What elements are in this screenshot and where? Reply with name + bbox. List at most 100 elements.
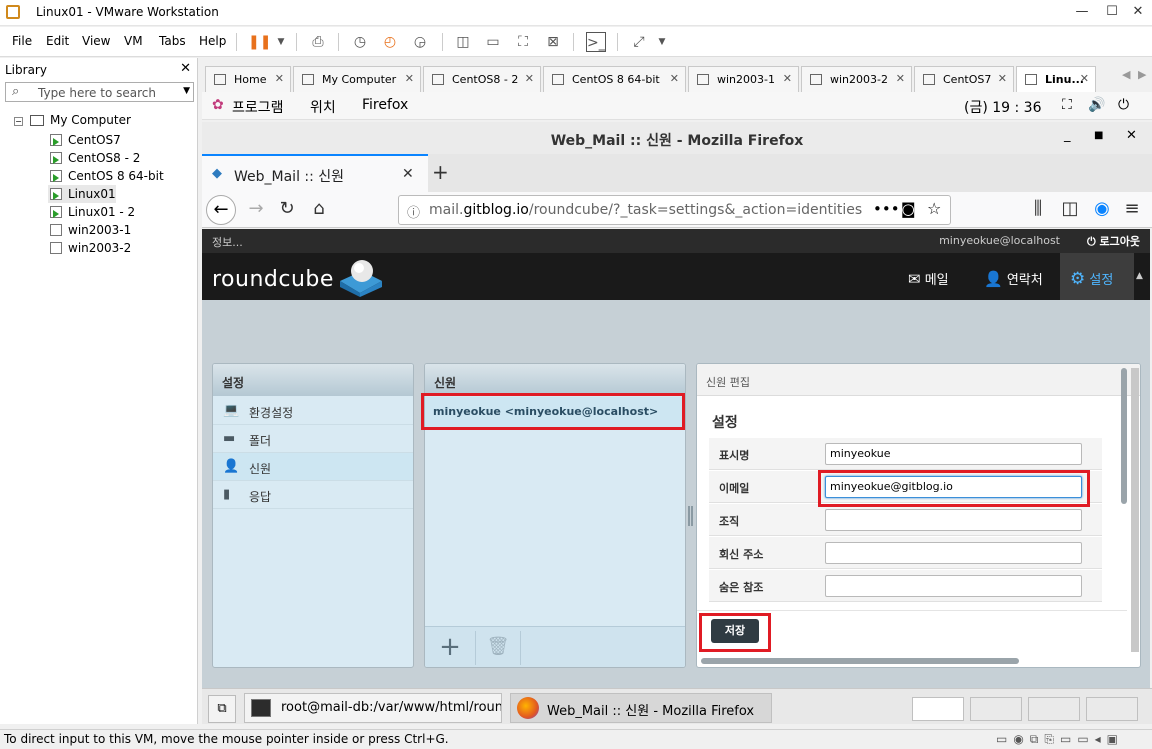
close-library-icon[interactable]: ✕: [180, 61, 191, 76]
menu-icon[interactable]: ≡: [1120, 198, 1144, 219]
display-name-input[interactable]: minyeokue: [825, 443, 1082, 465]
url-bar[interactable]: ⓘ mail.gitblog.io/roundcube/?_task=setti…: [398, 195, 951, 225]
chevron-down-icon[interactable]: ▼: [271, 32, 291, 52]
snapshot-manager-icon[interactable]: ◶: [410, 32, 430, 52]
menu-help[interactable]: Help: [199, 34, 226, 48]
places-menu[interactable]: 위치: [310, 97, 336, 117]
reply-to-input[interactable]: [825, 542, 1082, 564]
collapse-arrow-icon[interactable]: ▲: [1136, 271, 1143, 281]
tab-centos8-64[interactable]: CentOS 8 64-bit ✕: [543, 66, 686, 92]
unity-icon[interactable]: ⊠: [543, 32, 563, 52]
show-desktop-icon[interactable]: ⧉: [208, 695, 236, 723]
show-library-icon[interactable]: ◫: [453, 32, 473, 52]
tab-scroll-right-icon[interactable]: ▶: [1138, 68, 1146, 81]
taskbar-terminal[interactable]: root@mail-db:/var/www/html/roun…: [244, 693, 502, 723]
workspace-1[interactable]: [912, 697, 964, 721]
bcc-input[interactable]: [825, 575, 1082, 597]
menu-view[interactable]: View: [82, 34, 110, 48]
settings-item-identities[interactable]: 👤 신원: [213, 453, 413, 481]
tab-centos8-2[interactable]: CentOS8 - 2 ✕: [423, 66, 541, 92]
settings-item-responses[interactable]: ▮ 응답: [213, 481, 413, 509]
new-tab-icon[interactable]: +: [432, 160, 449, 184]
clock[interactable]: (금) 19 : 36: [964, 97, 1042, 117]
close-tab-icon[interactable]: ✕: [896, 72, 905, 85]
bookmark-star-icon[interactable]: ☆: [927, 199, 941, 218]
tree-item-win2003-1[interactable]: win2003-1: [48, 221, 131, 239]
horizontal-scrollbar[interactable]: [701, 658, 1019, 664]
tree-item-centos8-2[interactable]: CentOS8 - 2: [48, 149, 140, 167]
nav-mail[interactable]: ✉ 메일: [908, 253, 976, 300]
power-icon[interactable]: ⏻: [1118, 97, 1129, 113]
network-icon[interactable]: ⛶: [1062, 97, 1072, 113]
add-identity-button[interactable]: +: [433, 631, 467, 665]
volume-icon[interactable]: 🔊: [1088, 97, 1105, 113]
taskbar-firefox[interactable]: Web_Mail :: 신원 - Mozilla Firefox: [510, 693, 772, 723]
minimize-icon[interactable]: _: [1064, 128, 1071, 143]
close-tab-icon[interactable]: ✕: [783, 72, 792, 85]
close-tab-icon[interactable]: ✕: [405, 72, 414, 85]
close-tab-icon[interactable]: ✕: [670, 72, 679, 85]
close-tab-icon[interactable]: ✕: [525, 72, 534, 85]
close-tab-icon[interactable]: ✕: [998, 72, 1007, 85]
nav-contacts[interactable]: 👤 연락처: [984, 253, 1062, 300]
splitter-handle[interactable]: [688, 506, 693, 526]
tab-linux01[interactable]: Linu... ✕: [1016, 66, 1096, 92]
tab-win2003-1[interactable]: win2003-1 ✕: [688, 66, 799, 92]
nav-settings[interactable]: ⚙ 설정: [1060, 253, 1134, 300]
send-keys-icon[interactable]: ⎙: [308, 32, 328, 52]
info-icon[interactable]: ⓘ: [407, 202, 420, 221]
vertical-scrollbar[interactable]: [1121, 368, 1127, 504]
collapse-icon[interactable]: −: [14, 117, 23, 126]
applications-menu[interactable]: 프로그램: [232, 97, 284, 117]
maximize-icon[interactable]: ■: [1094, 130, 1103, 141]
close-tab-icon[interactable]: ✕: [1080, 72, 1089, 85]
tree-item-centos7[interactable]: CentOS7: [48, 131, 121, 149]
tab-scroll-left-icon[interactable]: ◀: [1122, 68, 1130, 81]
pocket-icon[interactable]: ◙: [901, 200, 916, 218]
account-icon[interactable]: ◉: [1090, 198, 1114, 219]
menu-edit[interactable]: Edit: [46, 34, 69, 48]
forward-icon[interactable]: →: [244, 198, 268, 219]
chevron-down-icon[interactable]: ▼: [183, 86, 190, 96]
revert-snapshot-icon[interactable]: ◴: [380, 32, 400, 52]
tree-item-linux01[interactable]: Linux01: [48, 185, 116, 203]
minimize-icon[interactable]: —: [1072, 4, 1092, 19]
console-view-icon[interactable]: >_: [586, 32, 606, 52]
outer-scrollbar[interactable]: [1131, 368, 1139, 652]
tab-home[interactable]: Home ✕: [205, 66, 291, 92]
pause-icon[interactable]: ❚❚: [248, 32, 271, 52]
close-icon[interactable]: ✕: [1128, 4, 1148, 19]
back-icon[interactable]: ←: [206, 195, 236, 225]
device-icons[interactable]: ▭◉⧉⎘▭▭◂▣: [996, 732, 1124, 747]
full-screen-icon[interactable]: ⛶: [513, 32, 533, 52]
tab-win2003-2[interactable]: win2003-2 ✕: [801, 66, 912, 92]
sidebar-icon[interactable]: ◫: [1058, 198, 1082, 219]
tree-item-centos8-64[interactable]: CentOS 8 64-bit: [48, 167, 164, 185]
stretch-icon[interactable]: ⤢: [629, 32, 649, 52]
settings-item-folders[interactable]: ▬ 폴더: [213, 425, 413, 453]
thumbnail-icon[interactable]: ▭: [483, 32, 503, 52]
close-tab-icon[interactable]: ✕: [402, 166, 414, 182]
reload-icon[interactable]: ↻: [275, 198, 299, 219]
organization-input[interactable]: [825, 509, 1082, 531]
library-icon[interactable]: ⫼: [1026, 198, 1050, 219]
chevron-down-icon[interactable]: ▼: [652, 32, 672, 52]
close-icon[interactable]: ✕: [1126, 128, 1137, 143]
library-search-input[interactable]: ⌕ Type here to search ▼: [5, 82, 194, 102]
settings-item-preferences[interactable]: 💻 환경설정: [213, 397, 413, 425]
maximize-icon[interactable]: ☐: [1102, 4, 1122, 19]
tree-item-linux01-2[interactable]: Linux01 - 2: [48, 203, 135, 221]
page-actions-icon[interactable]: •••: [873, 200, 900, 218]
tab-centos7[interactable]: CentOS7 ✕: [914, 66, 1014, 92]
logout-button[interactable]: ⏻ 로그아웃: [1087, 233, 1140, 249]
menu-file[interactable]: File: [12, 34, 32, 48]
tree-item-win2003-2[interactable]: win2003-2: [48, 239, 131, 257]
workspace-3[interactable]: [1028, 697, 1080, 721]
about-link[interactable]: 정보...: [212, 234, 243, 250]
close-tab-icon[interactable]: ✕: [275, 72, 284, 85]
menu-vm[interactable]: VM: [124, 34, 143, 48]
tree-root[interactable]: My Computer: [50, 113, 131, 127]
tab-web-mail[interactable]: ◆ Web_Mail :: 신원 ✕: [202, 154, 428, 192]
workspace-4[interactable]: [1086, 697, 1138, 721]
tab-my-computer[interactable]: My Computer ✕: [293, 66, 421, 92]
